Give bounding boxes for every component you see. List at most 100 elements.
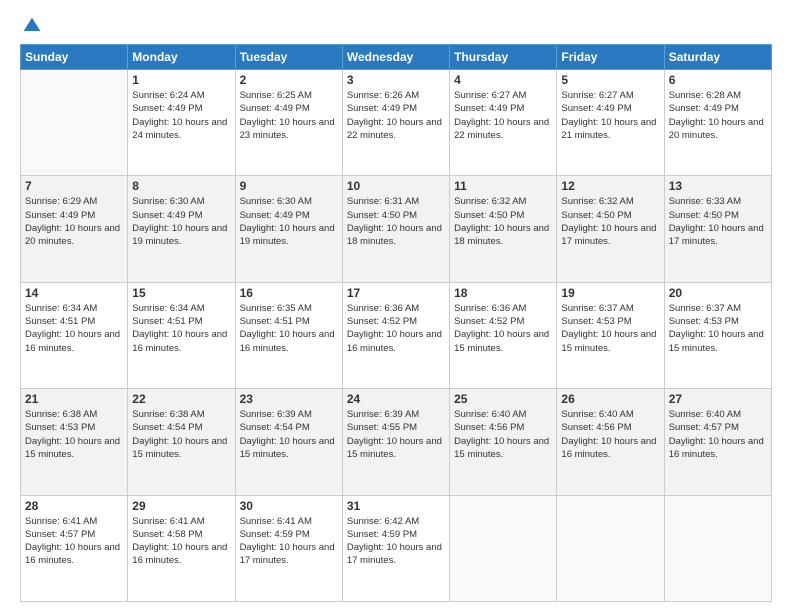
day-info: Sunrise: 6:26 AMSunset: 4:49 PMDaylight:… xyxy=(347,89,445,142)
day-number: 31 xyxy=(347,499,445,513)
calendar-cell: 3Sunrise: 6:26 AMSunset: 4:49 PMDaylight… xyxy=(342,70,449,176)
day-info: Sunrise: 6:40 AMSunset: 4:56 PMDaylight:… xyxy=(561,408,659,461)
calendar-cell: 9 Sunrise: 6:30 AMSunset: 4:49 PMDaylight… xyxy=(235,176,342,282)
day-info: Sunrise: 6:34 AMSunset: 4:51 PMDaylight:… xyxy=(132,302,230,355)
calendar-cell: 23 Sunrise: 6:39 AMSunset: 4:54 PMDayligh… xyxy=(235,389,342,495)
day-info: Sunrise: 6:41 AMSunset: 4:58 PMDaylight:… xyxy=(132,515,230,568)
day-number: 23 xyxy=(240,392,338,406)
day-number: 26 xyxy=(561,392,659,406)
calendar-cell xyxy=(21,70,128,176)
day-number: 12 xyxy=(561,179,659,193)
day-info: Sunrise: 6:40 AMSunset: 4:57 PMDaylight:… xyxy=(669,408,767,461)
calendar-body: 1 Sunrise: 6:24 AMSunset: 4:49 PMDaylight… xyxy=(21,70,772,602)
calendar-cell: 28 Sunrise: 6:41 AMSunset: 4:57 PMDayligh… xyxy=(21,495,128,601)
calendar-cell: 19 Sunrise: 6:37 AMSunset: 4:53 PMDayligh… xyxy=(557,282,664,388)
day-number: 6 xyxy=(669,73,767,87)
day-info: Sunrise: 6:40 AMSunset: 4:56 PMDaylight:… xyxy=(454,408,552,461)
calendar-day-header: Wednesday xyxy=(342,45,449,70)
day-number: 29 xyxy=(132,499,230,513)
day-number: 28 xyxy=(25,499,123,513)
day-info: Sunrise: 6:38 AMSunset: 4:53 PMDaylight:… xyxy=(25,408,123,461)
day-number: 7 xyxy=(25,179,123,193)
calendar-week-row: 1 Sunrise: 6:24 AMSunset: 4:49 PMDaylight… xyxy=(21,70,772,176)
calendar-cell: 7 Sunrise: 6:29 AMSunset: 4:49 PMDaylight… xyxy=(21,176,128,282)
day-number: 17 xyxy=(347,286,445,300)
calendar-cell: 11Sunrise: 6:32 AMSunset: 4:50 PMDayligh… xyxy=(450,176,557,282)
day-info: Sunrise: 6:37 AMSunset: 4:53 PMDaylight:… xyxy=(561,302,659,355)
calendar-cell: 14 Sunrise: 6:34 AMSunset: 4:51 PMDayligh… xyxy=(21,282,128,388)
day-info: Sunrise: 6:41 AMSunset: 4:57 PMDaylight:… xyxy=(25,515,123,568)
day-info: Sunrise: 6:27 AMSunset: 4:49 PMDaylight:… xyxy=(454,89,552,142)
day-number: 9 xyxy=(240,179,338,193)
calendar-cell: 27 Sunrise: 6:40 AMSunset: 4:57 PMDayligh… xyxy=(664,389,771,495)
calendar-table: SundayMondayTuesdayWednesdayThursdayFrid… xyxy=(20,44,772,602)
calendar-cell: 5Sunrise: 6:27 AMSunset: 4:49 PMDaylight… xyxy=(557,70,664,176)
calendar-cell xyxy=(557,495,664,601)
day-number: 21 xyxy=(25,392,123,406)
calendar-day-header: Thursday xyxy=(450,45,557,70)
calendar-cell: 8Sunrise: 6:30 AMSunset: 4:49 PMDaylight… xyxy=(128,176,235,282)
calendar-cell: 25 Sunrise: 6:40 AMSunset: 4:56 PMDayligh… xyxy=(450,389,557,495)
day-info: Sunrise: 6:38 AMSunset: 4:54 PMDaylight:… xyxy=(132,408,230,461)
day-info: Sunrise: 6:33 AMSunset: 4:50 PMDaylight:… xyxy=(669,195,767,248)
day-info: Sunrise: 6:25 AMSunset: 4:49 PMDaylight:… xyxy=(240,89,338,142)
calendar-cell: 20Sunrise: 6:37 AMSunset: 4:53 PMDayligh… xyxy=(664,282,771,388)
calendar-cell: 15 Sunrise: 6:34 AMSunset: 4:51 PMDayligh… xyxy=(128,282,235,388)
calendar-cell: 16 Sunrise: 6:35 AMSunset: 4:51 PMDayligh… xyxy=(235,282,342,388)
calendar-day-header: Saturday xyxy=(664,45,771,70)
day-info: Sunrise: 6:36 AMSunset: 4:52 PMDaylight:… xyxy=(347,302,445,355)
calendar-day-header: Tuesday xyxy=(235,45,342,70)
day-info: Sunrise: 6:27 AMSunset: 4:49 PMDaylight:… xyxy=(561,89,659,142)
day-info: Sunrise: 6:28 AMSunset: 4:49 PMDaylight:… xyxy=(669,89,767,142)
day-number: 27 xyxy=(669,392,767,406)
day-number: 14 xyxy=(25,286,123,300)
calendar-cell: 4 Sunrise: 6:27 AMSunset: 4:49 PMDaylight… xyxy=(450,70,557,176)
day-info: Sunrise: 6:32 AMSunset: 4:50 PMDaylight:… xyxy=(561,195,659,248)
day-info: Sunrise: 6:24 AMSunset: 4:49 PMDaylight:… xyxy=(132,89,230,142)
day-number: 11 xyxy=(454,179,552,193)
calendar-cell: 6 Sunrise: 6:28 AMSunset: 4:49 PMDaylight… xyxy=(664,70,771,176)
day-number: 16 xyxy=(240,286,338,300)
calendar-day-header: Friday xyxy=(557,45,664,70)
day-info: Sunrise: 6:30 AMSunset: 4:49 PMDaylight:… xyxy=(240,195,338,248)
calendar-cell: 17 Sunrise: 6:36 AMSunset: 4:52 PMDayligh… xyxy=(342,282,449,388)
day-info: Sunrise: 6:29 AMSunset: 4:49 PMDaylight:… xyxy=(25,195,123,248)
calendar-cell: 1 Sunrise: 6:24 AMSunset: 4:49 PMDaylight… xyxy=(128,70,235,176)
day-info: Sunrise: 6:42 AMSunset: 4:59 PMDaylight:… xyxy=(347,515,445,568)
calendar-cell: 12 Sunrise: 6:32 AMSunset: 4:50 PMDayligh… xyxy=(557,176,664,282)
calendar-cell: 31 Sunrise: 6:42 AMSunset: 4:59 PMDayligh… xyxy=(342,495,449,601)
day-number: 20 xyxy=(669,286,767,300)
calendar-cell: 2 Sunrise: 6:25 AMSunset: 4:49 PMDaylight… xyxy=(235,70,342,176)
header xyxy=(20,16,772,36)
day-number: 22 xyxy=(132,392,230,406)
day-number: 2 xyxy=(240,73,338,87)
day-number: 25 xyxy=(454,392,552,406)
day-info: Sunrise: 6:35 AMSunset: 4:51 PMDaylight:… xyxy=(240,302,338,355)
day-info: Sunrise: 6:36 AMSunset: 4:52 PMDaylight:… xyxy=(454,302,552,355)
day-info: Sunrise: 6:39 AMSunset: 4:55 PMDaylight:… xyxy=(347,408,445,461)
calendar-header-row: SundayMondayTuesdayWednesdayThursdayFrid… xyxy=(21,45,772,70)
day-number: 15 xyxy=(132,286,230,300)
day-number: 24 xyxy=(347,392,445,406)
day-info: Sunrise: 6:39 AMSunset: 4:54 PMDaylight:… xyxy=(240,408,338,461)
day-info: Sunrise: 6:31 AMSunset: 4:50 PMDaylight:… xyxy=(347,195,445,248)
day-number: 19 xyxy=(561,286,659,300)
page: SundayMondayTuesdayWednesdayThursdayFrid… xyxy=(0,0,792,612)
day-info: Sunrise: 6:34 AMSunset: 4:51 PMDaylight:… xyxy=(25,302,123,355)
calendar-week-row: 28 Sunrise: 6:41 AMSunset: 4:57 PMDayligh… xyxy=(21,495,772,601)
calendar-cell: 30Sunrise: 6:41 AMSunset: 4:59 PMDayligh… xyxy=(235,495,342,601)
logo-icon xyxy=(22,16,42,36)
day-number: 10 xyxy=(347,179,445,193)
logo xyxy=(20,16,42,36)
calendar-week-row: 7 Sunrise: 6:29 AMSunset: 4:49 PMDaylight… xyxy=(21,176,772,282)
calendar-cell: 18 Sunrise: 6:36 AMSunset: 4:52 PMDayligh… xyxy=(450,282,557,388)
day-info: Sunrise: 6:41 AMSunset: 4:59 PMDaylight:… xyxy=(240,515,338,568)
calendar-cell: 24 Sunrise: 6:39 AMSunset: 4:55 PMDayligh… xyxy=(342,389,449,495)
calendar-cell xyxy=(664,495,771,601)
day-number: 4 xyxy=(454,73,552,87)
calendar-day-header: Sunday xyxy=(21,45,128,70)
calendar-cell: 29 Sunrise: 6:41 AMSunset: 4:58 PMDayligh… xyxy=(128,495,235,601)
day-number: 18 xyxy=(454,286,552,300)
day-number: 1 xyxy=(132,73,230,87)
calendar-cell: 13Sunrise: 6:33 AMSunset: 4:50 PMDayligh… xyxy=(664,176,771,282)
